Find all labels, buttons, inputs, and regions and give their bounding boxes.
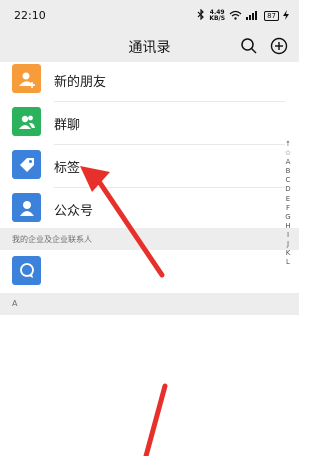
annotation-arrows bbox=[80, 166, 168, 456]
red-arrow-shaft bbox=[95, 177, 165, 278]
red-arrow-lower bbox=[143, 383, 168, 456]
